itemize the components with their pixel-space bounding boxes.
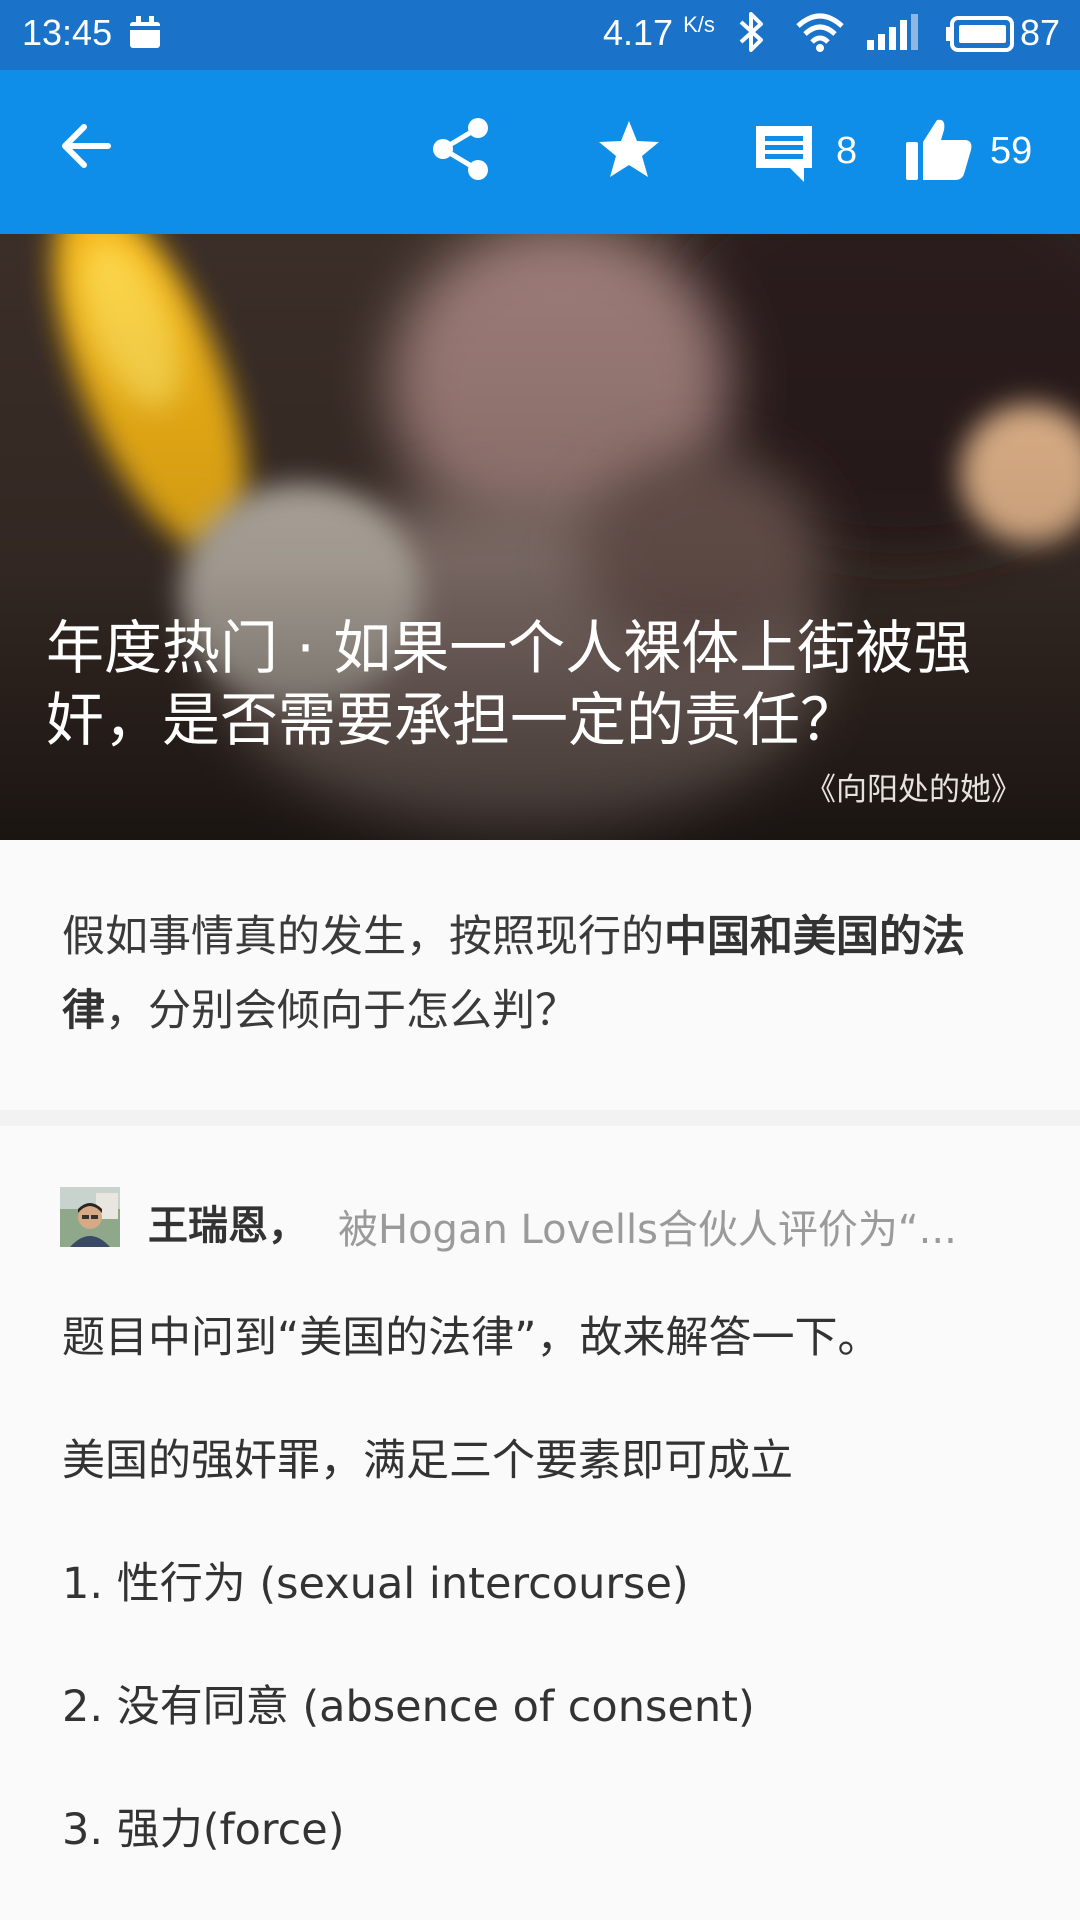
answer-list-item: 2. 没有同意 (absence of consent) (62, 1682, 755, 1732)
network-speed: 4.17 K/s (603, 12, 715, 53)
question-part1: 假如事情真的发生，按照现行的 (62, 912, 664, 962)
article-title: 年度热门 · 如果一个人裸体上街被强奸，是否需要承担一定的责任？ (46, 614, 972, 754)
thumbs-up-icon[interactable] (904, 116, 974, 186)
comment-count[interactable]: 8 (836, 130, 857, 173)
battery-icon (946, 16, 1014, 61)
answer-author-row[interactable]: 王瑞恩， 被Hogan Lovells合伙人评价为“... (60, 1185, 1050, 1253)
bluetooth-icon (735, 10, 769, 63)
answer-paragraph: 题目中问到“美国的法律”，故来解答一下。 (62, 1313, 881, 1363)
hero-banner: 年度热门 · 如果一个人裸体上街被强奸，是否需要承担一定的责任？ 《向阳处的她》 (0, 234, 1080, 840)
top-toolbar: 8 59 (0, 70, 1080, 234)
signal-icon (865, 14, 921, 59)
back-arrow-icon[interactable] (56, 116, 116, 180)
star-icon[interactable] (596, 116, 662, 186)
status-time: 13:45 (22, 12, 113, 53)
like-count[interactable]: 59 (990, 130, 1032, 173)
comment-icon[interactable] (752, 122, 816, 190)
answer-list-item: 1. 性行为 (sexual intercourse) (62, 1559, 689, 1609)
status-bar: 13:45 4.17 K/s 87 (0, 0, 1080, 70)
question-part2: ，分别会倾向于怎么判？ (105, 986, 578, 1036)
calendar-icon (128, 14, 162, 59)
author-name[interactable]: 王瑞恩， (148, 1193, 308, 1251)
answer-paragraph: 美国的强奸罪，满足三个要素即可成立 (62, 1436, 793, 1486)
battery-level: 87 (1020, 12, 1061, 53)
share-icon[interactable] (430, 116, 492, 186)
author-bio: 被Hogan Lovells合伙人评价为“... (338, 1207, 957, 1253)
image-source: 《向阳处的她》 (805, 772, 1022, 808)
section-divider (0, 1110, 1080, 1126)
avatar[interactable] (60, 1187, 120, 1247)
wifi-icon (795, 12, 845, 61)
answer-list-item: 3. 强力(force) (62, 1805, 345, 1855)
question-text: 假如事情真的发生，按照现行的中国和美国的法律，分别会倾向于怎么判？ (62, 900, 1032, 1048)
